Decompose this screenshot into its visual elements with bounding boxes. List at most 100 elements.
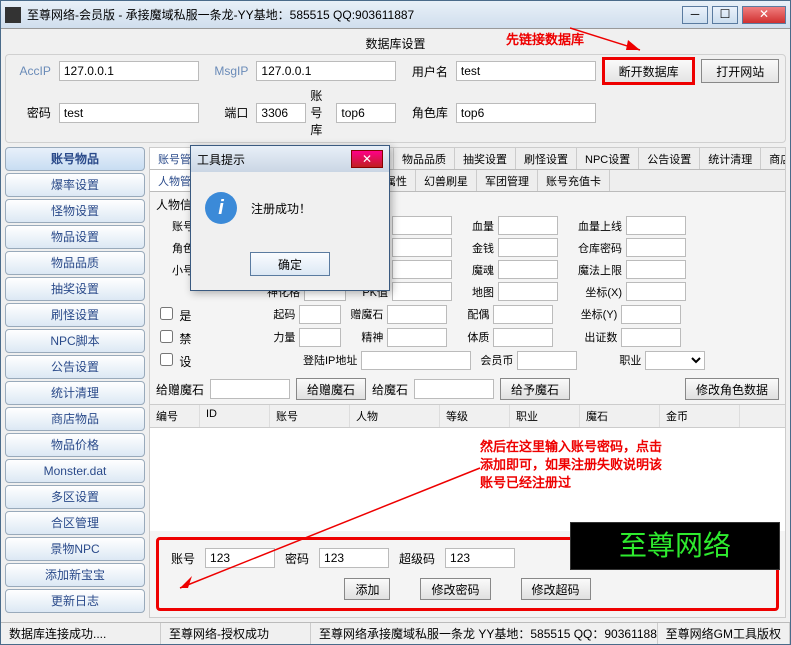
sidebar-item-10[interactable]: 商店物品 [5,407,145,431]
sidebar-item-2[interactable]: 怪物设置 [5,199,145,223]
open-site-button[interactable]: 打开网站 [701,59,779,83]
fld-map[interactable] [498,282,558,301]
acclib-label: 账号库 [310,87,332,138]
fld-hp[interactable] [498,216,558,235]
port-label: 端口 [207,104,249,121]
sidebar-item-6[interactable]: 刷怪设置 [5,303,145,327]
fld-power[interactable] [299,328,341,347]
sidebar-item-17[interactable]: 更新日志 [5,589,145,613]
sidebar-item-5[interactable]: 抽奖设置 [5,277,145,301]
top-tab-4[interactable]: 物品品质 [394,148,455,169]
fld-start[interactable] [299,305,341,324]
grid-header: 编号ID账号人物等级职业魔石金币 [150,404,785,428]
app-icon [5,7,21,23]
grid-col-2[interactable]: 账号 [270,405,350,427]
sidebar-item-9[interactable]: 统计清理 [5,381,145,405]
sidebar-item-8[interactable]: 公告设置 [5,355,145,379]
fld-mgold[interactable] [498,260,558,279]
dialog-title: 工具提示 [197,151,351,168]
brand-box: 至尊网络 [570,522,780,570]
grid-col-3[interactable]: 人物 [350,405,440,427]
grid-col-5[interactable]: 职业 [510,405,580,427]
fld-mp[interactable] [392,238,452,257]
lbl-coordx: 坐标(X) [562,284,622,300]
fld-member[interactable] [517,351,577,370]
fld-ms[interactable] [392,216,452,235]
top-tab-8[interactable]: 公告设置 [639,148,700,169]
grid-col-0[interactable]: 编号 [150,405,200,427]
status-c: 至尊网络承接魔域私服一条龙 YY基地：585515 QQ：90361188 [311,623,658,644]
grid-col-7[interactable]: 金币 [660,405,740,427]
grid-col-6[interactable]: 魔石 [580,405,660,427]
give-ms2-input[interactable] [414,379,494,399]
fld-spouse[interactable] [493,305,553,324]
give-ms-button[interactable]: 给赠魔石 [296,378,366,400]
sidebar-item-0[interactable]: 账号物品 [5,147,145,171]
sidebar-item-13[interactable]: 多区设置 [5,485,145,509]
msgip-input[interactable] [256,61,396,81]
sidebar-item-11[interactable]: 物品价格 [5,433,145,457]
fld-cert[interactable] [621,328,681,347]
reg-acc-input[interactable] [205,548,275,568]
rolelib-input[interactable] [456,103,596,123]
dialog-ok-button[interactable]: 确定 [250,252,330,276]
lbl-job: 职业 [581,352,641,368]
sidebar-item-3[interactable]: 物品设置 [5,225,145,249]
check-a[interactable]: 是 [156,304,191,324]
sub-tab-5[interactable]: 军团管理 [477,170,538,191]
fld-job[interactable] [645,351,705,370]
grid-col-1[interactable]: ID [200,405,270,427]
sidebar-item-12[interactable]: Monster.dat [5,459,145,483]
sub-tab-6[interactable]: 账号充值卡 [538,170,610,191]
dialog-close-button[interactable]: ✕ [351,150,383,168]
modify-pwd-button[interactable]: 修改密码 [420,578,490,600]
sidebar-item-1[interactable]: 爆率设置 [5,173,145,197]
give-ms-input[interactable] [210,379,290,399]
grid-col-4[interactable]: 等级 [440,405,510,427]
fld-body[interactable] [493,328,553,347]
top-tab-5[interactable]: 抽奖设置 [455,148,516,169]
status-a: 数据库连接成功.... [1,623,161,644]
fld-spirit[interactable] [387,328,447,347]
close-button[interactable]: ✕ [742,6,786,24]
modify-super-button[interactable]: 修改超码 [521,578,591,600]
fld-coordy[interactable] [621,305,681,324]
give-ms-label: 给赠魔石 [156,381,204,398]
user-input[interactable] [456,61,596,81]
pwd-input[interactable] [59,103,199,123]
top-tab-10[interactable]: 商店物 [761,148,785,169]
fld-hpmax[interactable] [626,216,686,235]
port-input[interactable] [256,103,306,123]
reg-pwd-input[interactable] [319,548,389,568]
check-b[interactable]: 禁 [156,327,191,347]
sidebar-item-14[interactable]: 合区管理 [5,511,145,535]
sub-tab-4[interactable]: 幻兽刷星 [416,170,477,191]
annotation-mid: 然后在这里输入账号密码，点击添加即可，如果注册失败说明该账号已经注册过 [480,438,670,493]
acclib-input[interactable] [336,103,396,123]
minimize-button[interactable]: ─ [682,6,708,24]
sidebar-item-16[interactable]: 添加新宝宝 [5,563,145,587]
fld-givems[interactable] [387,305,447,324]
accip-input[interactable] [59,61,199,81]
grid-body[interactable]: 然后在这里输入账号密码，点击添加即可，如果注册失败说明该账号已经注册过 [150,428,785,531]
maximize-button[interactable]: ☐ [712,6,738,24]
top-tab-6[interactable]: 刷怪设置 [516,148,577,169]
top-tab-7[interactable]: NPC设置 [577,148,639,169]
fld-coordx[interactable] [626,282,686,301]
fld-dodge[interactable] [392,260,452,279]
fld-storepwd[interactable] [626,238,686,257]
fld-gold[interactable] [498,238,558,257]
check-c[interactable]: 设 [156,350,191,370]
give-ms2-button[interactable]: 给予魔石 [500,378,570,400]
add-button[interactable]: 添加 [344,578,390,600]
modify-role-button[interactable]: 修改角色数据 [685,378,779,400]
sidebar-item-15[interactable]: 景物NPC [5,537,145,561]
reg-super-input[interactable] [445,548,515,568]
disconnect-db-button[interactable]: 断开数据库 [604,59,694,83]
fld-loginip[interactable] [361,351,471,370]
fld-mpmax[interactable] [626,260,686,279]
sidebar-item-7[interactable]: NPC脚本 [5,329,145,353]
top-tab-9[interactable]: 统计清理 [700,148,761,169]
sidebar-item-4[interactable]: 物品品质 [5,251,145,275]
fld-pk[interactable] [392,282,452,301]
